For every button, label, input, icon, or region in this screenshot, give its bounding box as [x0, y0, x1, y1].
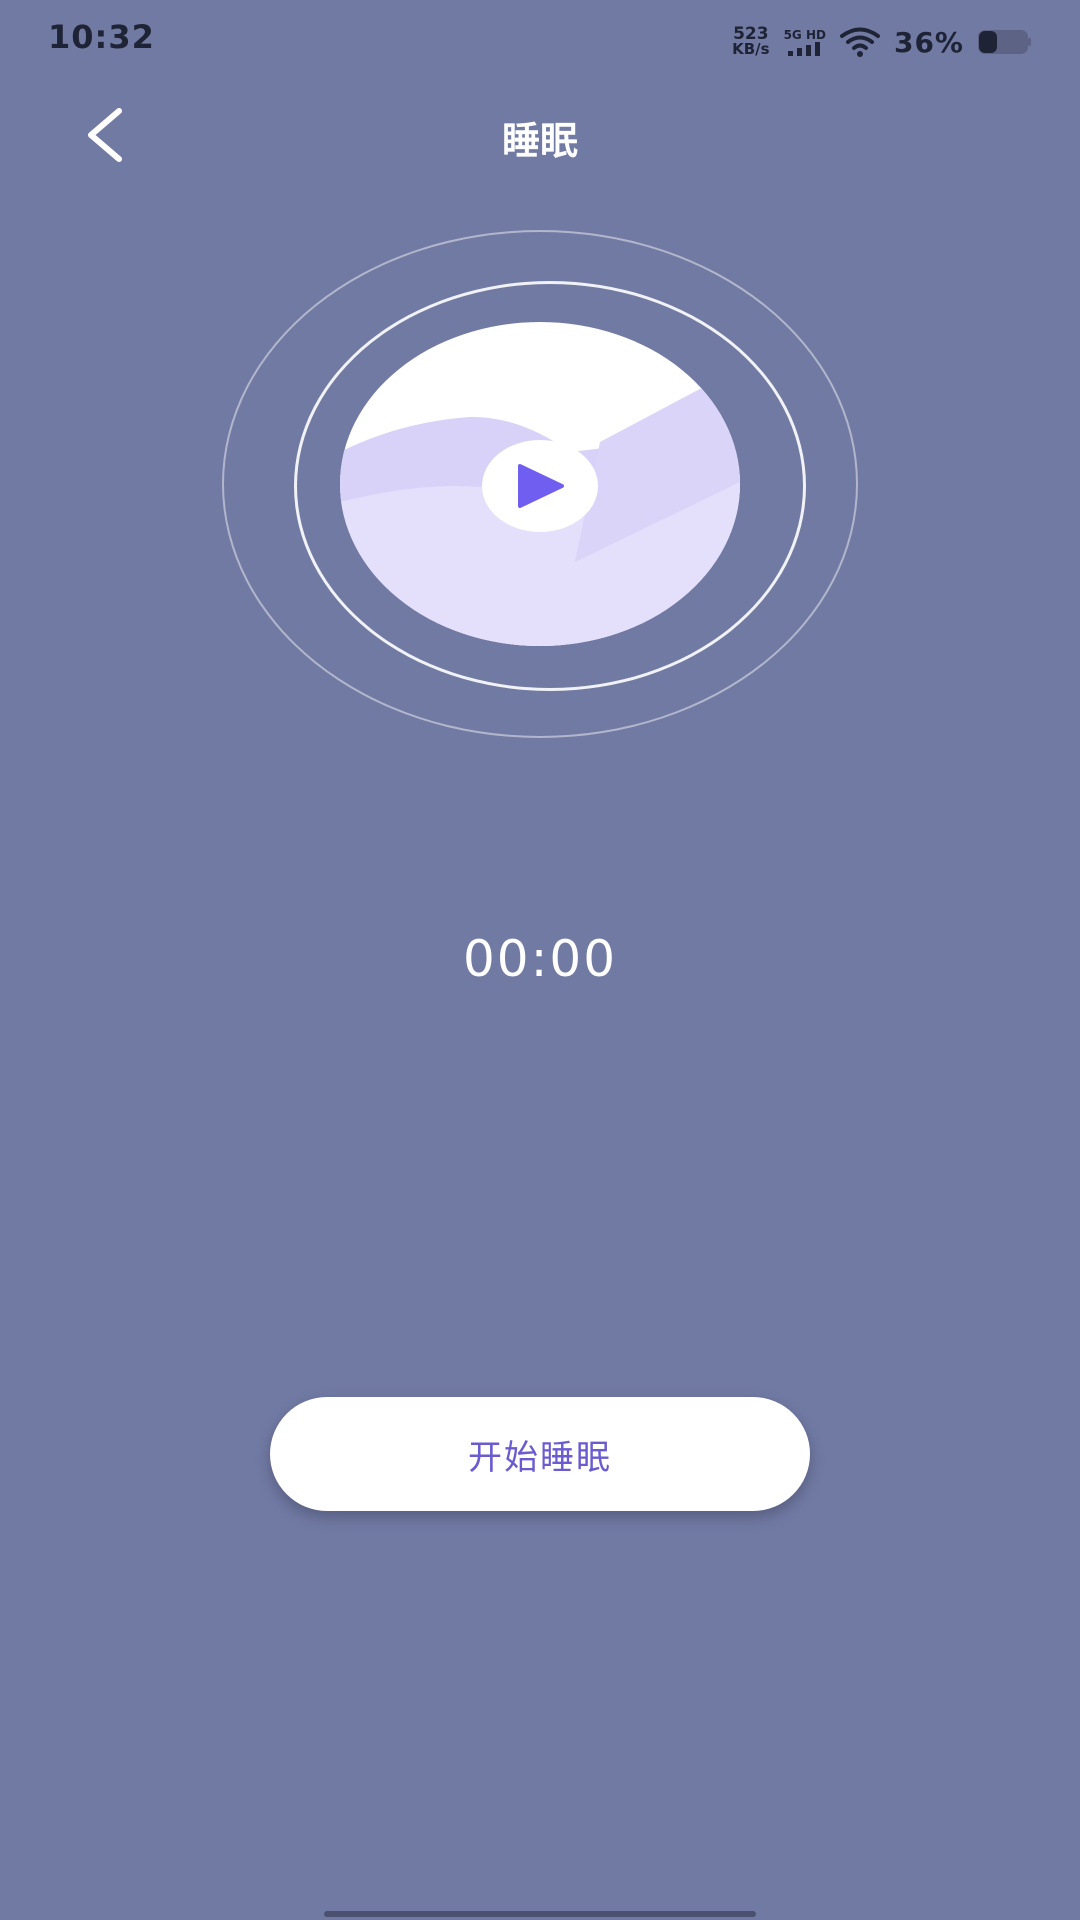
home-indicator[interactable] [324, 1911, 756, 1917]
network-speed-unit: KB/s [732, 40, 770, 58]
status-bar: 10:32 523 KB/s 5G HD 36% [0, 0, 1080, 80]
play-icon [518, 464, 564, 508]
cellular-signal: 5G HD [784, 28, 826, 56]
sleep-timer: 00:00 [462, 930, 618, 988]
sleep-screen: 10:32 523 KB/s 5G HD 36% 睡眠 00:00 开始睡眠 [0, 0, 1080, 1920]
network-type-label: 5G HD [783, 28, 826, 42]
signal-bars-icon [787, 42, 820, 56]
network-speed: 523 KB/s [732, 26, 770, 58]
status-time: 10:32 [48, 18, 155, 56]
battery-percent: 36% [893, 25, 964, 59]
play-button[interactable] [482, 440, 598, 532]
page-title: 睡眠 [501, 119, 578, 163]
status-indicators: 523 KB/s 5G HD 36% [732, 22, 1032, 62]
sleep-disc-area [220, 228, 860, 740]
wifi-icon [839, 27, 880, 57]
start-sleep-button[interactable]: 开始睡眠 [270, 1397, 810, 1511]
battery-icon [978, 30, 1031, 54]
